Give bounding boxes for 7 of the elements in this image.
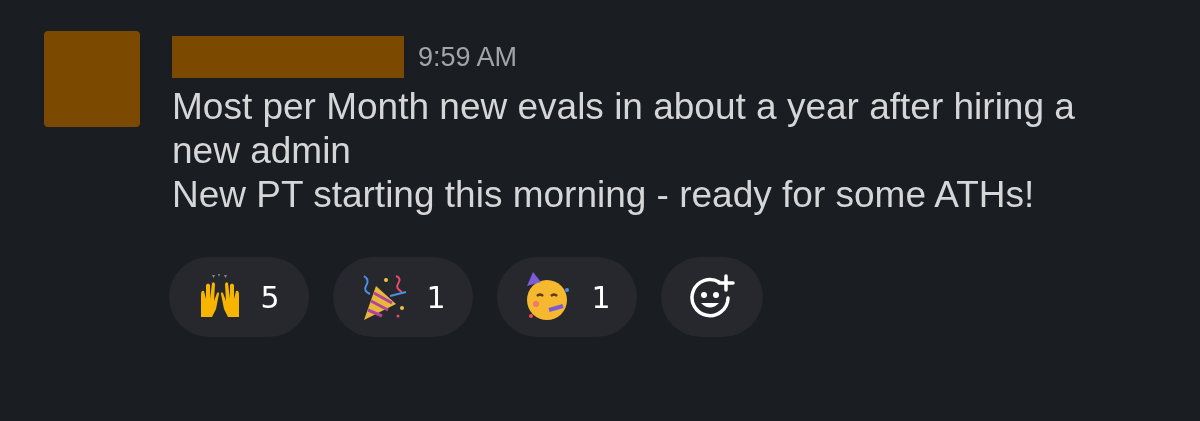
message-time: 9:59 AM xyxy=(418,41,518,73)
reaction-button[interactable]: 1 xyxy=(497,257,637,337)
reaction-button[interactable]: 5 xyxy=(169,257,309,337)
reaction-button[interactable]: 1 xyxy=(333,257,473,337)
add-emoji-icon xyxy=(689,274,735,320)
message-text: New PT starting this morning - ready for some ATHs! xyxy=(172,173,1036,217)
message-text: Most per Month new evals in about a year after hiring a new admin xyxy=(172,85,1076,173)
